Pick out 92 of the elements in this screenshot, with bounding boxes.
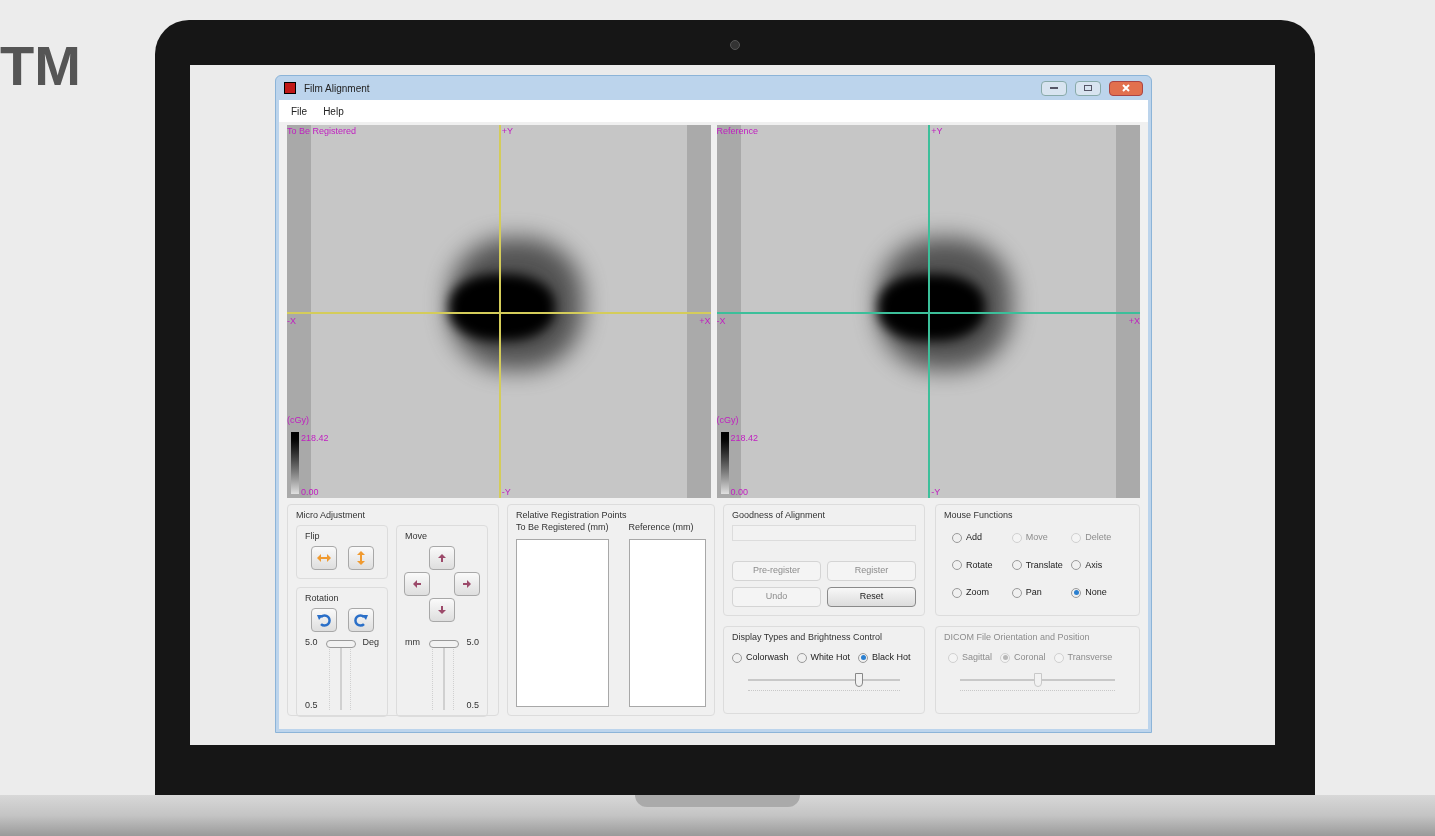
radio-label: Zoom — [966, 586, 989, 599]
colorbar — [720, 432, 729, 494]
app-icon — [284, 82, 296, 94]
group-title: Flip — [305, 530, 320, 542]
menu-item[interactable]: File — [291, 103, 308, 119]
flip-vertical-button[interactable] — [347, 546, 374, 570]
slider-min: 0.5 — [466, 698, 479, 712]
slider-min: 0.5 — [305, 698, 318, 712]
unit-label: Deg — [362, 636, 379, 649]
move-down-button[interactable] — [429, 598, 455, 622]
move-left-button[interactable] — [404, 572, 430, 596]
radio-button[interactable] — [732, 652, 742, 663]
slider-thumb[interactable] — [429, 639, 460, 648]
radio-label: Translate — [1025, 558, 1063, 572]
radio-label: Coronal — [1014, 651, 1046, 664]
list-box[interactable] — [516, 538, 609, 707]
arrow-icon — [413, 580, 421, 588]
colorbar-min: 0.00 — [301, 486, 319, 498]
axis-label: -X — [716, 315, 726, 328]
radio-label: White Hot — [810, 651, 851, 664]
radio-button[interactable] — [796, 652, 807, 663]
radio-label: Move — [1025, 531, 1048, 544]
group-title: Mouse Functions — [944, 509, 1013, 521]
colorbar-max: 218.42 — [730, 432, 759, 444]
arrow-icon — [438, 554, 446, 562]
camera-icon — [730, 40, 740, 50]
unit-label: (cGy) — [287, 414, 309, 426]
action-button[interactable]: Reset — [827, 587, 916, 607]
minimize-button[interactable] — [1041, 80, 1067, 96]
double-arrow-icon — [356, 551, 365, 565]
axis-label: -X — [287, 315, 296, 328]
move-right-button[interactable] — [454, 572, 480, 596]
group-title: Move — [405, 530, 427, 542]
radio-label: Add — [966, 531, 982, 544]
slider-max: 5.0 — [305, 636, 318, 649]
axis-label: -Y — [931, 486, 941, 498]
colorbar-min: 0.00 — [730, 486, 749, 498]
double-arrow-icon — [316, 554, 331, 562]
axis-label: +Y — [931, 125, 943, 137]
group-title: Display Types and Brightness Control — [732, 631, 882, 643]
slider-thumb[interactable] — [854, 672, 863, 687]
colorbar-max: 218.42 — [301, 432, 329, 444]
group-title: Goodness of Alignment — [732, 509, 826, 521]
menu-item[interactable]: Help — [323, 103, 344, 119]
group-title: Rotation — [305, 592, 339, 604]
unit-label: (cGy) — [716, 414, 739, 426]
unit-label: mm — [405, 636, 420, 649]
group-title: DICOM File Orientation and Position — [944, 631, 1090, 643]
radio-label: Delete — [1085, 531, 1112, 544]
radio-label: Transverse — [1067, 651, 1113, 664]
slider-thumb[interactable] — [326, 639, 356, 648]
radio-label: Colorwash — [746, 651, 789, 664]
close-icon — [1122, 84, 1130, 92]
axis-label: +X — [1128, 315, 1140, 328]
arrow-icon — [438, 606, 446, 614]
group-title: Relative Registration Points — [516, 509, 627, 521]
close-button[interactable] — [1109, 80, 1143, 96]
window-title: Film Alignment — [304, 81, 370, 96]
axis-label: +X — [699, 315, 711, 328]
group-title: Micro Adjustment — [296, 509, 366, 521]
radio-button[interactable] — [1071, 560, 1082, 571]
list-box[interactable] — [628, 538, 706, 707]
slider-max: 5.0 — [466, 636, 479, 649]
radio-button[interactable] — [1011, 560, 1022, 571]
axis-label: +Y — [501, 125, 513, 137]
image-label: To Be Registered — [287, 125, 357, 137]
radio-label: Axis — [1085, 558, 1103, 572]
flip-horizontal-button[interactable] — [310, 546, 337, 570]
brand-text: TM — [0, 38, 82, 94]
radio-label: Sagittal — [962, 651, 993, 664]
radio-button[interactable] — [1011, 587, 1022, 598]
colorbar — [291, 432, 299, 494]
image-label: Reference — [716, 125, 759, 137]
column-heading: To Be Registered (mm) — [516, 521, 609, 534]
maximize-button[interactable] — [1075, 80, 1101, 96]
move-up-button[interactable] — [429, 546, 455, 570]
radio-label: Black Hot — [872, 651, 911, 664]
rotate-left-button[interactable] — [310, 608, 337, 632]
radio-label: None — [1085, 586, 1107, 599]
rotate-left-icon — [316, 613, 331, 627]
rotate-right-icon — [353, 613, 368, 627]
radio-label: Rotate — [966, 558, 993, 572]
radio-button[interactable] — [858, 652, 869, 663]
arrow-icon — [463, 580, 471, 588]
rotate-right-button[interactable] — [347, 608, 374, 632]
radio-label: Pan — [1025, 586, 1042, 599]
column-heading: Reference (mm) — [628, 521, 695, 534]
axis-label: -Y — [501, 486, 511, 498]
radio-button[interactable] — [952, 560, 962, 571]
radio-button[interactable] — [952, 532, 962, 543]
radio-button[interactable] — [952, 587, 962, 598]
radio-button[interactable] — [1071, 587, 1082, 598]
